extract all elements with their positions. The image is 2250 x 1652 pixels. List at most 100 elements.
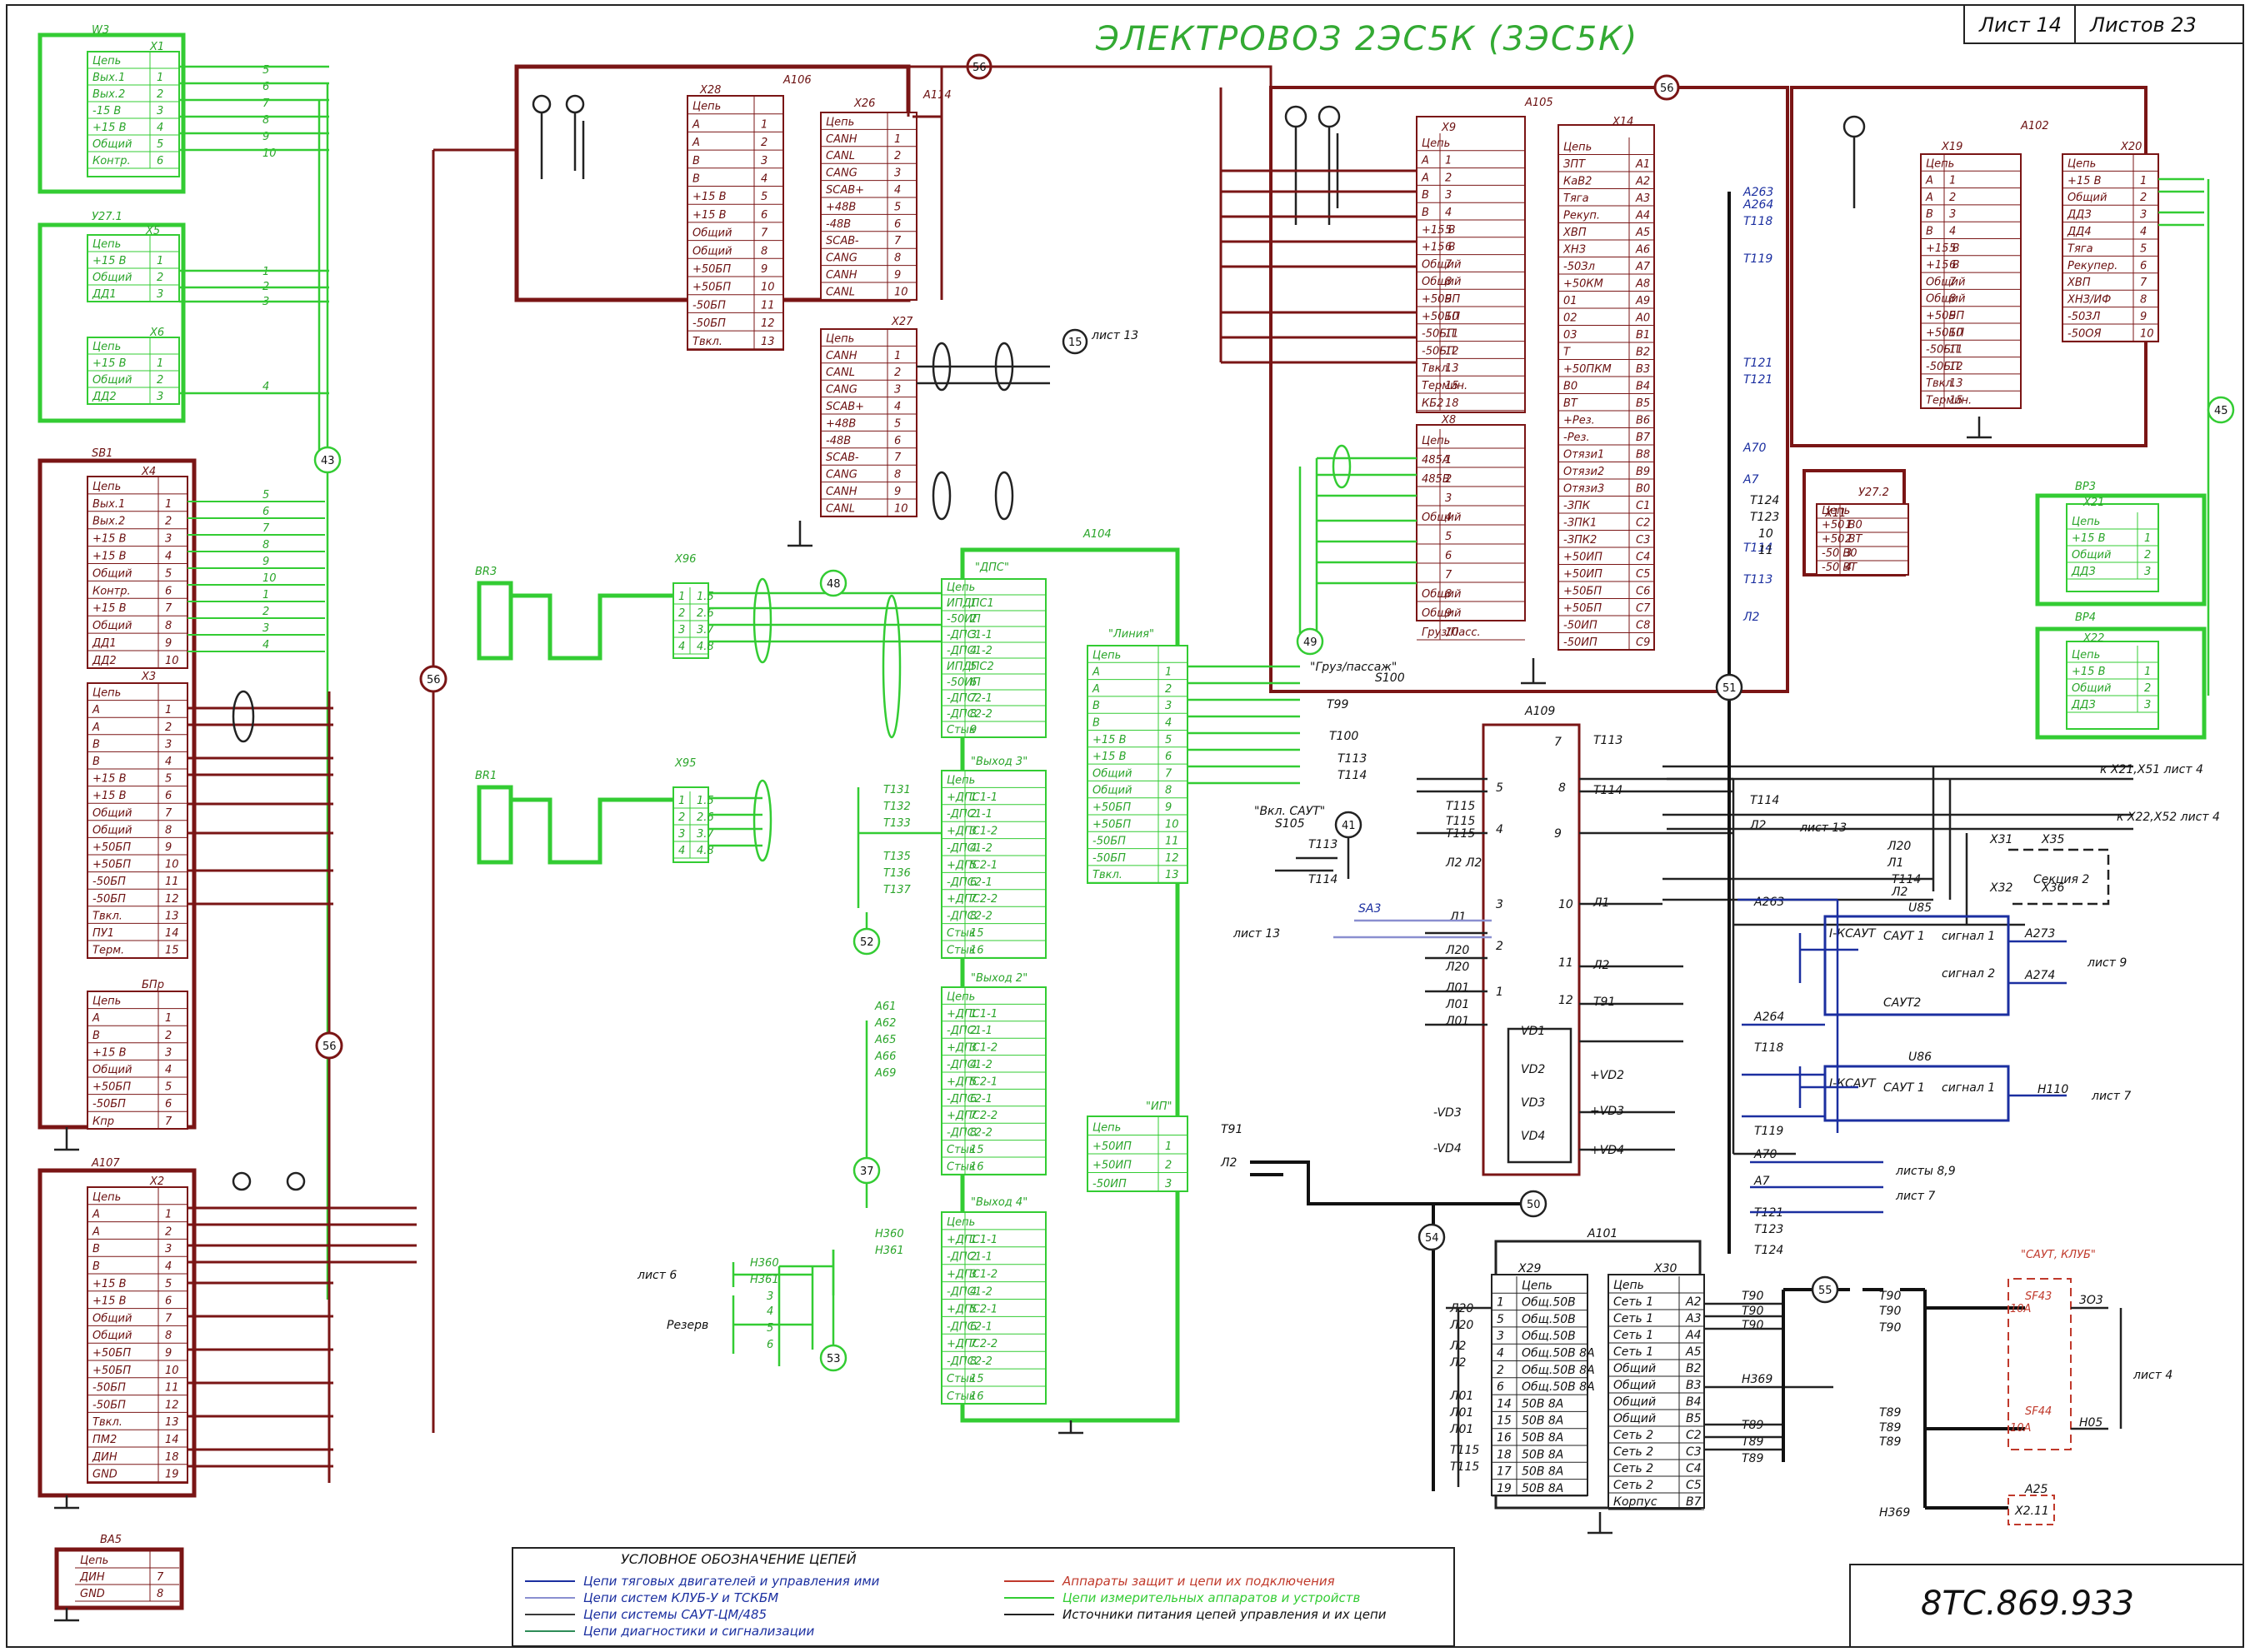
u86-sig1: сигнал 1 — [1942, 1081, 1995, 1095]
list7-label: лист 7 — [1895, 1190, 1935, 1203]
connector-pin: -ДПС2-1 — [947, 1093, 992, 1105]
connector-cell-label: ДД2 — [92, 655, 117, 667]
connector-pin: 2 — [2144, 682, 2151, 695]
x9-conn: X9 — [1441, 122, 1456, 134]
u85-out2: САУТ2 — [1883, 996, 1921, 1010]
connector-cell-label: -Рез. — [1563, 432, 1590, 444]
a105-name: A105 — [1524, 97, 1553, 109]
connector-cell-label: ДД4 — [2067, 226, 2092, 238]
vyh2-in-wire: A65 — [874, 1034, 896, 1046]
u85-out1: САУТ 1 — [1883, 930, 1925, 943]
connector-cell-label: 4 — [1949, 226, 1956, 238]
block-u271: У27.1 X5 X6 Цепь +15 В 1 Общий 2 ДД1 3 1 2 3 Цепь +… — [38, 211, 269, 423]
connector-pin: 13 — [761, 336, 775, 348]
a25-name: A25 — [2024, 1483, 2048, 1496]
connector-pin: 7 — [165, 1115, 172, 1128]
connector-pin: 3 — [165, 533, 172, 546]
connector-cell-label: B — [692, 155, 700, 167]
connector-pin: Цепь — [947, 991, 975, 1003]
connector-pin: Груз/Пасс. — [1422, 626, 1481, 639]
a109-right-wire: T113 — [1593, 734, 1622, 747]
x32-label: X32 — [1989, 881, 2012, 895]
block-a102: A102 X19 X20 Цепь 1 A 2 A 3 B 4 B 5 +15 В 6 +15 В 7 Об… — [1790, 86, 2159, 447]
n05-label: Н05 — [2079, 1416, 2102, 1430]
connector-cell-label: SCAB- — [826, 452, 859, 464]
vd1-label: VD1 — [1521, 1025, 1545, 1038]
connector-cell-label: B — [692, 173, 700, 186]
connector-pin: B9 — [1636, 466, 1650, 478]
connector-pin: 6 — [1497, 1380, 1504, 1394]
connector-cell-label: -50БП — [92, 1399, 126, 1411]
sa3-label: SA3 — [1358, 902, 1381, 916]
connector-pin: 2 — [894, 150, 901, 162]
connector-pin: -50БП — [1422, 328, 1455, 341]
a109-left-wire: T115 — [1446, 827, 1475, 841]
connector-pin: 14 — [165, 927, 179, 940]
connector-pin: 1 — [894, 350, 901, 362]
connector-pin: 2 — [165, 1030, 172, 1042]
connector-pin: +ДПС2-1 — [947, 859, 998, 871]
connector-pin: Общий — [1422, 276, 1461, 288]
connector-pin: 15 — [165, 945, 179, 957]
connector-pin: 1 — [157, 357, 163, 370]
connector-pin: 12 — [165, 1399, 179, 1411]
connector-pin: A — [1421, 155, 1429, 167]
connector-pin: -ДПС2-2 — [947, 1355, 992, 1368]
linia-title: "Линия" — [1108, 628, 1154, 641]
connector-cell-label: Сеть 1 — [1613, 1329, 1653, 1342]
connector-cell-label: Цепь — [92, 1191, 121, 1204]
connector-pin: 5 — [165, 1278, 172, 1290]
connector-pin: A3 — [1635, 192, 1650, 205]
connector-cell-label: 2 — [678, 811, 685, 824]
u85-sig2: сигнал 2 — [1942, 967, 1995, 981]
connector-cell-label: B — [92, 1243, 100, 1255]
connector-pin: -ДПС1-1 — [947, 1025, 992, 1037]
schematic-sheet: Лист 14 Листов 23 ЭЛЕКТРОВОЗ 2ЭС5К (3ЭС5… — [6, 4, 2244, 1648]
reserve-wire: 4 — [767, 1305, 773, 1318]
connector-pin: Общий — [1926, 293, 1965, 306]
connector-cell-label: +15 В — [1092, 751, 1127, 763]
connector-pin: 5 — [761, 191, 768, 203]
connector-pin: +15 В — [1422, 224, 1456, 237]
connector-cell-label: Цепь — [692, 101, 721, 113]
connector-cell-label: +50ИП — [1563, 551, 1602, 564]
bus-wire-label: Л1 — [1887, 856, 1903, 870]
connector-pin: Стык — [947, 944, 976, 956]
t114-lbl: T114 — [1308, 873, 1338, 886]
connector-cell-label: Вых.1 — [92, 72, 125, 84]
legend-item: Цепи измерительных аппаратов и устройств — [1062, 1590, 1360, 1605]
connector-pin: 6 — [894, 435, 901, 447]
bus-wire-label: Л2 — [1891, 886, 1908, 899]
connector-cell-label: Общий — [92, 1330, 132, 1342]
connector-pin: Стык — [947, 724, 976, 736]
connector-pin: -50ИП — [947, 613, 981, 626]
connector-pin: 10 — [2140, 327, 2154, 340]
connector-cell-label: CANG — [826, 252, 858, 265]
reserve-wire: Н361 — [750, 1274, 779, 1286]
connector-cell-label: Вых.2 — [92, 88, 125, 101]
connector-pin: A4 — [1635, 210, 1650, 222]
connector-pin: 9 — [2140, 311, 2147, 323]
connector-pin: A7 — [1635, 261, 1651, 273]
connector-cell-label: -50ИП — [1092, 1178, 1127, 1190]
connector-pin: 485В — [1422, 473, 1450, 486]
connector-pin: 3 — [2140, 209, 2147, 222]
sf44-label: SF44 — [2025, 1405, 2052, 1418]
connector-cell-label: 01 — [1563, 295, 1578, 307]
connector-pin: 1 — [165, 1012, 172, 1025]
connector-cell-label: +50ИП — [1092, 1160, 1132, 1172]
connector-cell-label: Сеть 2 — [1613, 1445, 1653, 1459]
connector-pin: Твкл. — [1926, 377, 1956, 390]
a105-right-wire: T113 — [1743, 573, 1772, 586]
connector-cell-label: Общий — [92, 620, 132, 632]
x29-conn: X29 — [1518, 1262, 1541, 1275]
vd4-label: +VD4 — [1590, 1144, 1624, 1157]
connector-cell-label: Твкл. — [92, 1416, 122, 1429]
list89-label: листы 8,9 — [1895, 1165, 1956, 1178]
connector-pin: 3 — [1165, 1178, 1172, 1190]
a109-pin: 7 — [1554, 736, 1562, 749]
connector-cell-label: ДД1 — [92, 637, 117, 650]
connector-pin: Цепь — [947, 581, 975, 594]
vd3-label: +VD3 — [1590, 1105, 1624, 1118]
connector-cell-label: SCAB+ — [826, 184, 864, 197]
